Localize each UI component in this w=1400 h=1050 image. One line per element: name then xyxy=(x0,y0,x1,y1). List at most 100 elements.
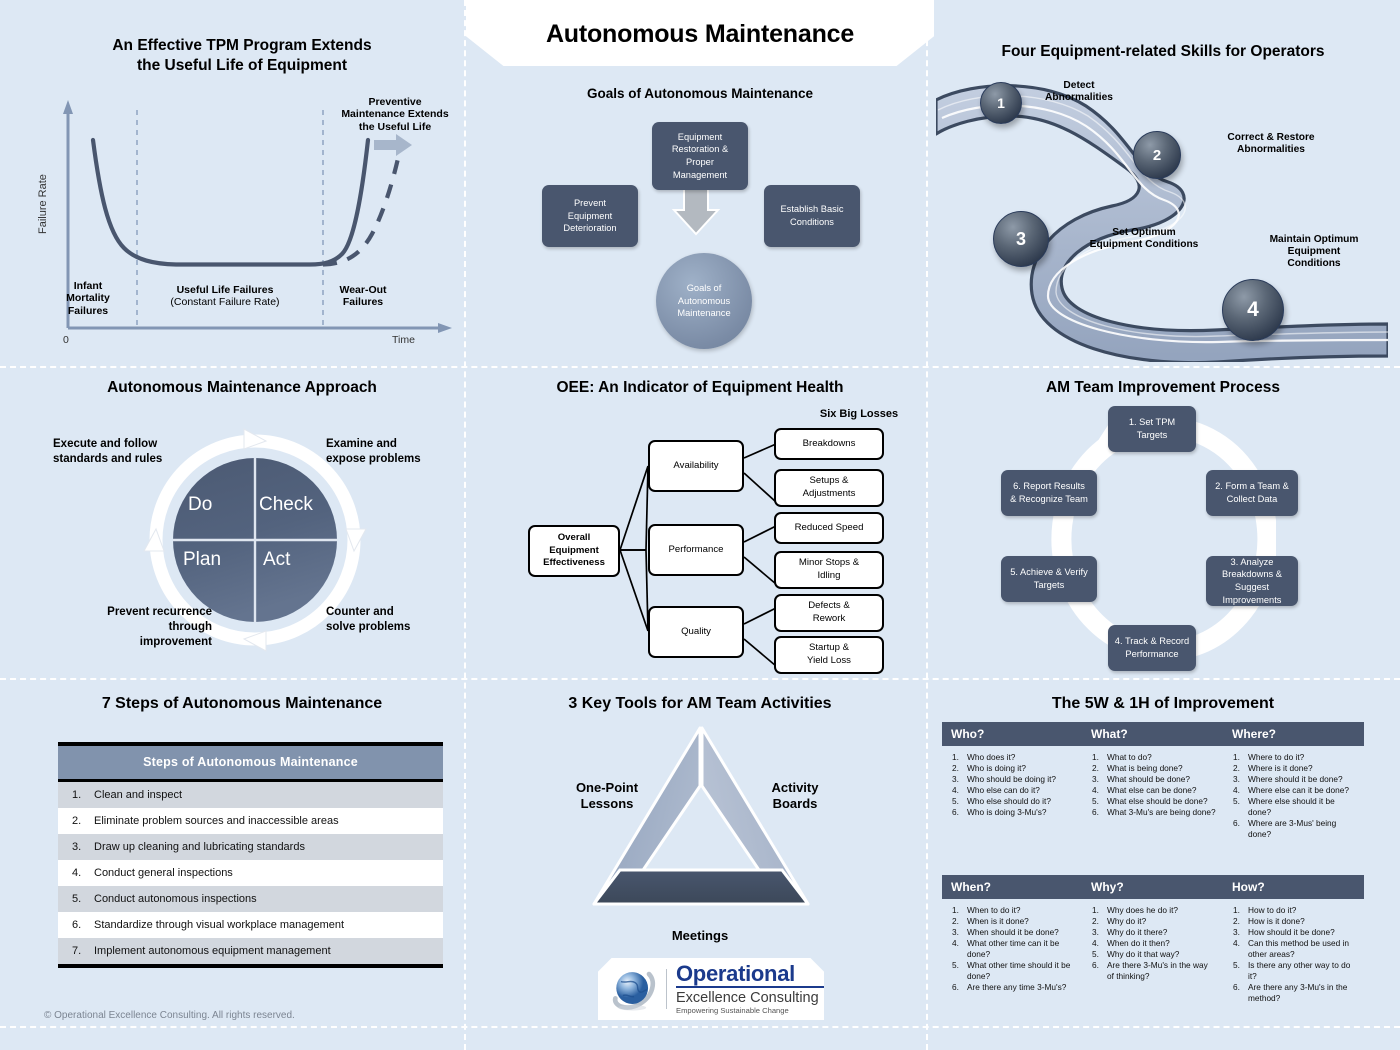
w5h1-head-what: What? xyxy=(1082,722,1223,746)
w5h1-body-bottom: 1. When to do it? 2. When is it done? 3. Wh… xyxy=(942,899,1364,1005)
panel-tpm-title-line1: An Effective TPM Program Extends xyxy=(112,37,372,54)
w5h1-col-what: 1. What to do? 2. What is being done? 3. Wh… xyxy=(1082,750,1223,842)
infographic-poster: Autonomous Maintenance An Effective TPM … xyxy=(0,0,1400,1050)
oee-branch-performance: Performance xyxy=(648,524,744,576)
chart-origin-label: 0 xyxy=(63,334,69,346)
w5h1-col-when: 1. When to do it? 2. When is it done? 3. Wh… xyxy=(942,903,1082,1005)
list-item: 3. Who should be doing it? xyxy=(952,773,1057,784)
logo-underline xyxy=(676,985,824,988)
steps-table-header: Steps of Autonomous Maintenance xyxy=(58,742,443,782)
logo-divider xyxy=(666,969,667,1009)
oee-loss-reduced-speed: Reduced Speed xyxy=(774,512,884,544)
pdca-caption-examine: Examine and expose problems xyxy=(326,438,421,465)
steps-table: Steps of Autonomous Maintenance 1. Clean… xyxy=(58,742,443,968)
list-item: 4. Can this method be used in other areas… xyxy=(1233,937,1350,959)
table-row: 2. Eliminate problem sources and inacces… xyxy=(58,808,443,834)
copyright-footer: © Operational Excellence Consulting. All… xyxy=(44,1010,295,1021)
list-item: 6. What 3-Mu's are being done? xyxy=(1092,806,1216,817)
oee-loss-startup-yield: Startup & Yield Loss xyxy=(774,636,884,674)
amteam-step-1: 1. Set TPM Targets xyxy=(1108,406,1196,452)
list-item: 3. Where should it be done? xyxy=(1233,773,1343,784)
panel-5w1h-title: The 5W & 1H of Improvement xyxy=(1051,695,1275,712)
skill-ball-4: 4 xyxy=(1222,279,1284,341)
list-item: 5. What other time should it be done? xyxy=(952,959,1071,981)
w5h1-col-why: 1. Why does he do it? 2. Why do it? 3. Why … xyxy=(1082,903,1223,1005)
table-row: 3. Draw up cleaning and lubricating stan… xyxy=(58,834,443,860)
oee-loss-minor-stops: Minor Stops & Idling xyxy=(774,551,884,589)
list-item: 1. Who does it? xyxy=(952,752,1016,762)
table-row: 7. Implement autonomous equipment manage… xyxy=(58,938,443,964)
oee-six-big-losses-label: Six Big Losses xyxy=(819,408,899,420)
list-item: 6. Are there any time 3-Mu's? xyxy=(952,981,1067,992)
amteam-step-2: 2. Form a Team & Collect Data xyxy=(1206,470,1298,516)
w5h1-head-why: Why? xyxy=(1082,875,1223,899)
list-item: 2. How is it done? xyxy=(1233,915,1305,926)
list-item: 2. Why do it? xyxy=(1092,915,1147,926)
list-item: 6. Are there any 3-Mu's in the method? xyxy=(1233,981,1348,1003)
pdca-caption-counter: Counter and solve problems xyxy=(326,606,411,633)
w5h1-body-top: 1. Who does it? 2. Who is doing it? 3. Who … xyxy=(942,746,1364,842)
oee-branch-quality: Quality xyxy=(648,606,744,658)
skill-label-2: Correct & Restore Abnormalities xyxy=(1227,132,1315,156)
globe-icon xyxy=(612,971,656,1011)
w5h1-header-row-top: Who? What? Where? xyxy=(942,722,1364,746)
pdca-caption-prevent: Prevent recurrence through improvement xyxy=(107,606,212,648)
oee-root-box: Overall Equipment Effectiveness xyxy=(528,525,620,577)
list-item: 6. Where are 3-Mus' being done? xyxy=(1233,817,1337,839)
pdca-quadrant-act: Act xyxy=(263,549,291,570)
goal-box-equipment-restoration: Equipment Restoration & Proper Managemen… xyxy=(652,122,748,190)
goal-box-prevent-deterioration: Prevent Equipment Deterioration xyxy=(542,185,638,247)
table-row: 6. Standardize through visual workplace … xyxy=(58,912,443,938)
list-item: 1. How to do it? xyxy=(1233,905,1297,915)
tool-label-one-point-lessons: One-Point Lessons xyxy=(575,780,639,812)
table-row: 5. Conduct autonomous inspections xyxy=(58,886,443,912)
panel-approach-title: Autonomous Maintenance Approach xyxy=(107,379,377,396)
panel-amteam-title: AM Team Improvement Process xyxy=(1045,379,1280,396)
chart-xaxis-label: Time xyxy=(392,334,415,346)
list-item: 2. When is it done? xyxy=(952,915,1029,926)
skill-ball-3: 3 xyxy=(993,211,1049,267)
list-item: 1. Why does he do it? xyxy=(1092,905,1179,915)
list-item: 2. Where is it done? xyxy=(1233,762,1313,773)
w5h1-table-top: Who? What? Where? 1. Who does it? 2. Who i… xyxy=(942,722,1364,842)
w5h1-col-how: 1. How to do it? 2. How is it done? 3. How … xyxy=(1223,903,1364,1005)
tool-label-activity-boards: Activity Boards xyxy=(771,780,819,812)
chart-annotation-preventive: Preventive Maintenance Extends the Usefu… xyxy=(341,96,449,133)
list-item: 1. What to do? xyxy=(1092,752,1152,762)
pdca-caption-execute: Execute and follow standards and rules xyxy=(53,438,163,465)
list-item: 4. Where else can it be done? xyxy=(1233,784,1350,795)
skill-ball-2: 2 xyxy=(1133,131,1181,179)
list-item: 4. When do it then? xyxy=(1092,937,1170,948)
divider-vertical-right xyxy=(926,0,928,1050)
page-title: Autonomous Maintenance xyxy=(545,20,855,48)
list-item: 4. Who else can do it? xyxy=(952,784,1040,795)
skill-label-1: Detect Abnormalities xyxy=(1045,80,1113,104)
w5h1-head-who: Who? xyxy=(942,722,1082,746)
goal-box-establish-basic-conditions: Establish Basic Conditions xyxy=(764,185,860,247)
list-item: 3. When should it be done? xyxy=(952,926,1059,937)
list-item: 6. Who is doing 3-Mu's? xyxy=(952,806,1047,817)
zone-wear-out: Wear-Out Failures xyxy=(339,284,387,309)
pdca-quadrant-plan: Plan xyxy=(183,549,222,570)
logo-line-3: Empowering Sustainable Change xyxy=(676,1006,789,1016)
w5h1-col-where: 1. Where to do it? 2. Where is it done? 3.… xyxy=(1223,750,1364,842)
table-row: 1. Clean and inspect xyxy=(58,782,443,808)
divider-vertical-left xyxy=(464,0,466,1050)
w5h1-head-where: Where? xyxy=(1223,722,1364,746)
amteam-step-6: 6. Report Results & Recognize Team xyxy=(1001,470,1097,516)
w5h1-col-who: 1. Who does it? 2. Who is doing it? 3. Who … xyxy=(942,750,1082,842)
panel-7steps-title: 7 Steps of Autonomous Maintenance xyxy=(101,695,383,712)
list-item: 3. What should be done? xyxy=(1092,773,1191,784)
logo-line-2: Excellence Consulting xyxy=(676,989,819,1006)
list-item: 2. Who is doing it? xyxy=(952,762,1027,773)
w5h1-head-how: How? xyxy=(1223,875,1364,899)
panel-oee-title: OEE: An Indicator of Equipment Health xyxy=(556,379,844,396)
panel-tpm-title-line2: the Useful Life of Equipment xyxy=(136,56,348,74)
list-item: 4. What else can be done? xyxy=(1092,784,1197,795)
list-item: 4. What other time can it be done? xyxy=(952,937,1060,959)
pdca-quadrant-check: Check xyxy=(259,494,313,515)
list-item: 5. Where else should it be done? xyxy=(1233,795,1335,817)
logo-line-1: Operational xyxy=(676,960,795,986)
panel-tpm-program: An Effective TPM Program Extends the Use… xyxy=(24,36,460,76)
list-item: 5. Who else should do it? xyxy=(952,795,1051,806)
